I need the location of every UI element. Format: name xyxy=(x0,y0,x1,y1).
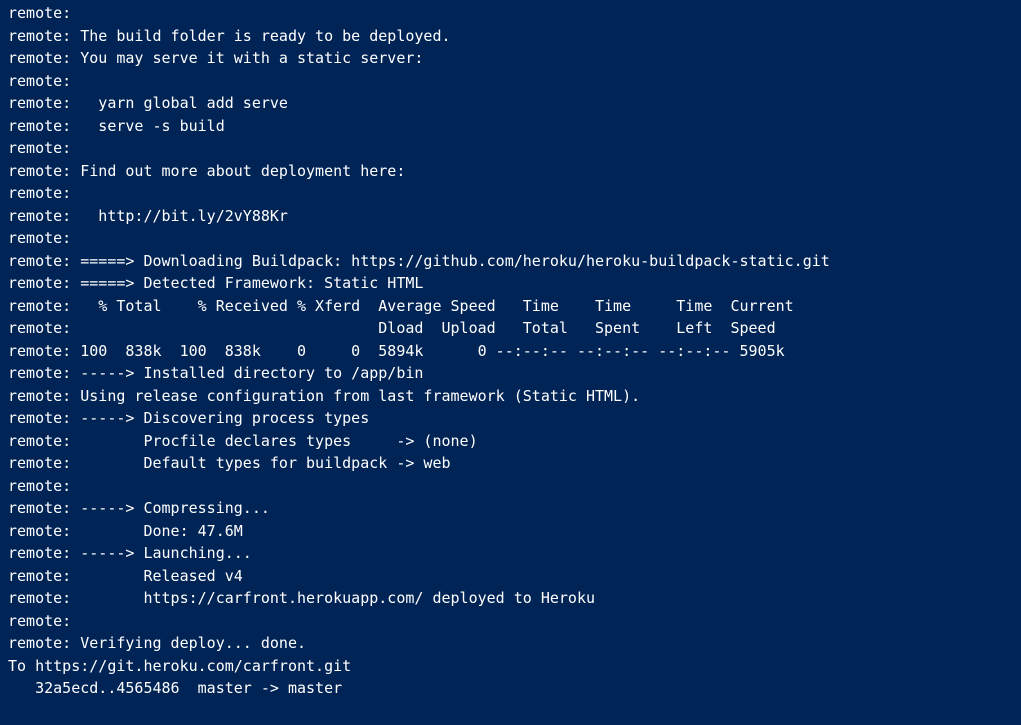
terminal-line: remote: yarn global add serve xyxy=(8,92,1013,115)
terminal-line: remote: =====> Downloading Buildpack: ht… xyxy=(8,250,1013,273)
terminal-line: remote: =====> Detected Framework: Stati… xyxy=(8,272,1013,295)
terminal-line: remote: -----> Installed directory to /a… xyxy=(8,362,1013,385)
terminal-line: remote: xyxy=(8,2,1013,25)
terminal-line: remote: xyxy=(8,475,1013,498)
terminal-line: remote: % Total % Received % Xferd Avera… xyxy=(8,295,1013,318)
terminal-line: remote: xyxy=(8,70,1013,93)
terminal-line: remote: serve -s build xyxy=(8,115,1013,138)
terminal-line: remote: xyxy=(8,610,1013,633)
terminal-line: remote: http://bit.ly/2vY88Kr xyxy=(8,205,1013,228)
terminal-line: To https://git.heroku.com/carfront.git xyxy=(8,655,1013,678)
terminal-line: remote: Dload Upload Total Spent Left Sp… xyxy=(8,317,1013,340)
terminal-line: remote: Verifying deploy... done. xyxy=(8,632,1013,655)
terminal-output: remote:remote: The build folder is ready… xyxy=(0,0,1021,702)
terminal-line: remote: https://carfront.herokuapp.com/ … xyxy=(8,587,1013,610)
terminal-line: remote: xyxy=(8,137,1013,160)
terminal-line: remote: xyxy=(8,182,1013,205)
terminal-line: remote: Procfile declares types -> (none… xyxy=(8,430,1013,453)
terminal-line: remote: -----> Compressing... xyxy=(8,497,1013,520)
terminal-line: remote: Released v4 xyxy=(8,565,1013,588)
terminal-line: remote: Default types for buildpack -> w… xyxy=(8,452,1013,475)
terminal-line: remote: -----> Launching... xyxy=(8,542,1013,565)
terminal-line: remote: Find out more about deployment h… xyxy=(8,160,1013,183)
terminal-line: remote: Using release configuration from… xyxy=(8,385,1013,408)
terminal-line: remote: Done: 47.6M xyxy=(8,520,1013,543)
terminal-line: remote: xyxy=(8,227,1013,250)
terminal-line: 32a5ecd..4565486 master -> master xyxy=(8,677,1013,700)
terminal-line: remote: -----> Discovering process types xyxy=(8,407,1013,430)
terminal-line: remote: The build folder is ready to be … xyxy=(8,25,1013,48)
terminal-line: remote: 100 838k 100 838k 0 0 5894k 0 --… xyxy=(8,340,1013,363)
terminal-line: remote: You may serve it with a static s… xyxy=(8,47,1013,70)
